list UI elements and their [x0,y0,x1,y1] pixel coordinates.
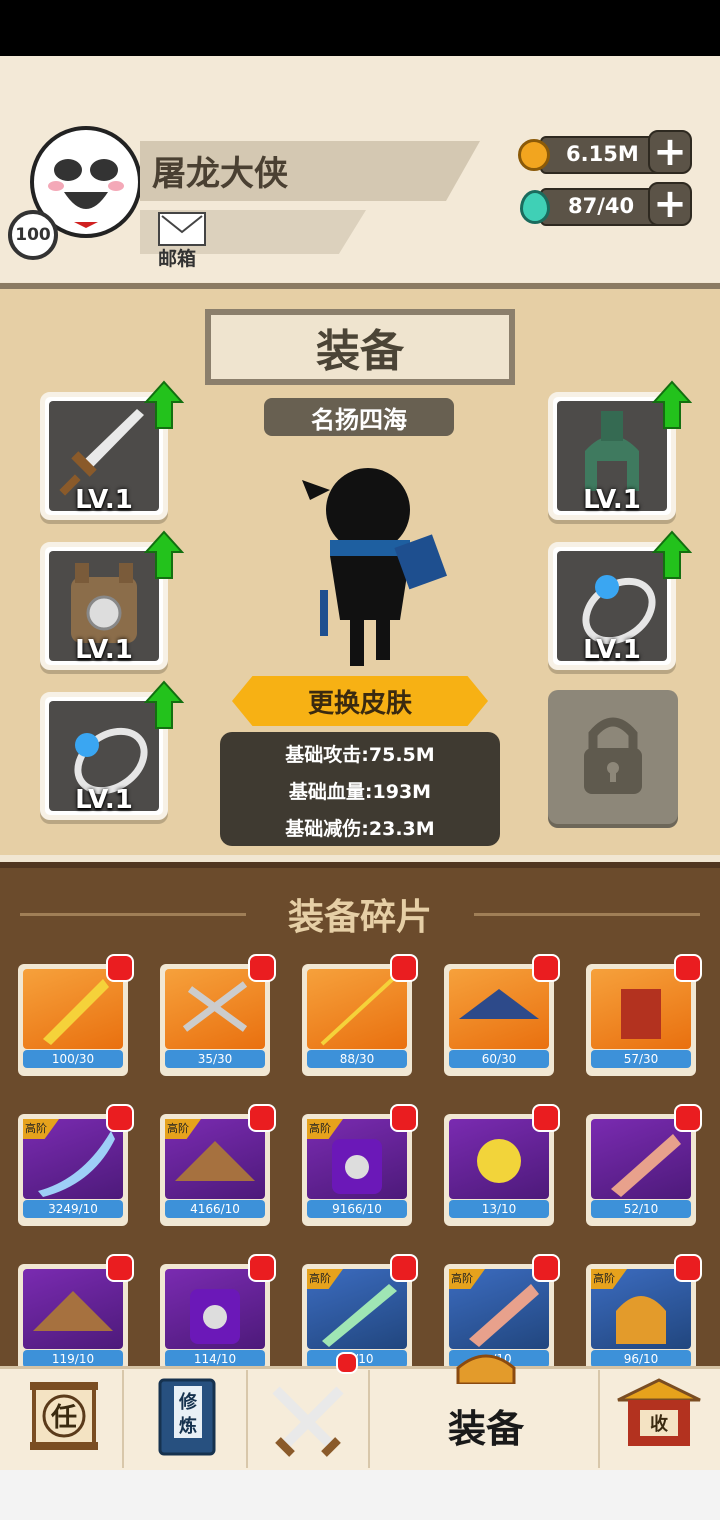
notification-dot [336,1352,358,1374]
nav-collection-button[interactable]: 收 [614,1370,704,1468]
mail-label[interactable]: 邮箱 [158,244,196,271]
helmet-icon [456,1354,516,1384]
notification-dot [248,1104,276,1132]
equipment-subtitle: 名扬四海 [264,398,454,436]
notification-dot [390,1104,418,1132]
pavilion-icon: 收 [617,1378,701,1446]
nav-divider [246,1370,248,1468]
notification-dot [106,1104,134,1132]
upgrade-arrow-icon [652,530,692,579]
fragment-count: 9166/10 [307,1200,407,1218]
nav-divider [122,1370,124,1468]
book-icon: 修 炼 [158,1378,216,1456]
crossed-swords-icon [272,1386,344,1457]
add-coins-button[interactable]: + [648,130,692,174]
notification-dot [674,1254,702,1282]
stat-damage-reduction: 基础减伤:23.3M [285,818,435,840]
upgrade-arrow-icon [144,680,184,729]
nav-cultivate-label-2: 炼 [179,1415,197,1437]
gem-amount: 87/40 [568,194,635,218]
cleaver-icon [591,1119,691,1199]
nav-cultivate-label-1: 修 [178,1391,198,1413]
add-gems-button[interactable]: + [648,182,692,226]
upgrade-arrow-icon [144,530,184,579]
notification-dot [390,1254,418,1282]
notification-dot [248,954,276,982]
nav-divider [368,1370,370,1468]
lock-icon [584,717,642,794]
nav-battle-button[interactable] [266,1370,350,1468]
slot-level: LV.1 [583,635,641,665]
straw-hat-icon [449,969,549,1049]
notification-dot [532,1104,560,1132]
player-character [302,468,448,666]
nav-tasks-label: 任 [50,1403,77,1433]
fragment-count: 3249/10 [23,1200,123,1218]
upgrade-arrow-icon [652,380,692,429]
change-skin-button[interactable]: 更换皮肤 [232,676,488,726]
fragment-count: 4166/10 [165,1200,265,1218]
slot-level: LV.1 [75,635,133,665]
slot-level: LV.1 [583,485,641,515]
fragment-count: 52/10 [591,1200,691,1218]
nav-tasks-button[interactable]: 任 [20,1370,110,1468]
mail-icon[interactable] [158,212,206,246]
nav-divider [598,1370,600,1468]
slot-level: LV.1 [75,485,133,515]
nav-cultivate-button[interactable]: 修 炼 [154,1370,220,1468]
fragment-count: 100/30 [23,1050,123,1068]
status-bar [0,0,720,56]
golden-blade-icon [23,969,123,1049]
notification-dot [106,1254,134,1282]
spear-icon [307,969,407,1049]
spiked-armor-icon [591,969,691,1049]
coin-icon [518,139,550,171]
fragments-title: 装备碎片 [287,897,432,938]
gem-icon [520,190,550,224]
system-nav-area [0,1470,720,1520]
slot-level: LV.1 [75,785,133,815]
upgrade-arrow-icon [144,380,184,429]
nav-equipment-label: 装备 [447,1407,524,1451]
notification-dot [674,1104,702,1132]
locked-slot[interactable] [548,690,678,824]
fragment-count: 88/30 [307,1050,407,1068]
gauntlet-icon [449,1119,549,1199]
fragment-count: 35/30 [165,1050,265,1068]
base-stats-box: 基础攻击:75.5M 基础血量:193M 基础减伤:23.3M [220,732,500,846]
coin-amount: 6.15M [566,142,639,166]
armor-icon [165,1269,265,1349]
notification-dot [532,954,560,982]
straw-hat-icon [23,1269,123,1349]
notification-dot [248,1254,276,1282]
scissors-icon [165,969,265,1049]
fragment-count: 57/30 [591,1050,691,1068]
stat-attack: 基础攻击:75.5M [285,744,435,766]
equipment-title: 装备 [205,309,515,385]
notification-dot [390,954,418,982]
stat-health: 基础血量:193M [288,781,432,803]
scroll-icon: 任 [30,1382,98,1450]
notification-dot [674,954,702,982]
fragment-count: 60/30 [449,1050,549,1068]
nav-collection-label: 收 [650,1413,668,1435]
notification-dot [532,1254,560,1282]
player-level-badge: 100 [8,210,58,260]
notification-dot [106,954,134,982]
fragment-count: 13/10 [449,1200,549,1218]
player-name: 屠龙大侠 [152,154,288,194]
